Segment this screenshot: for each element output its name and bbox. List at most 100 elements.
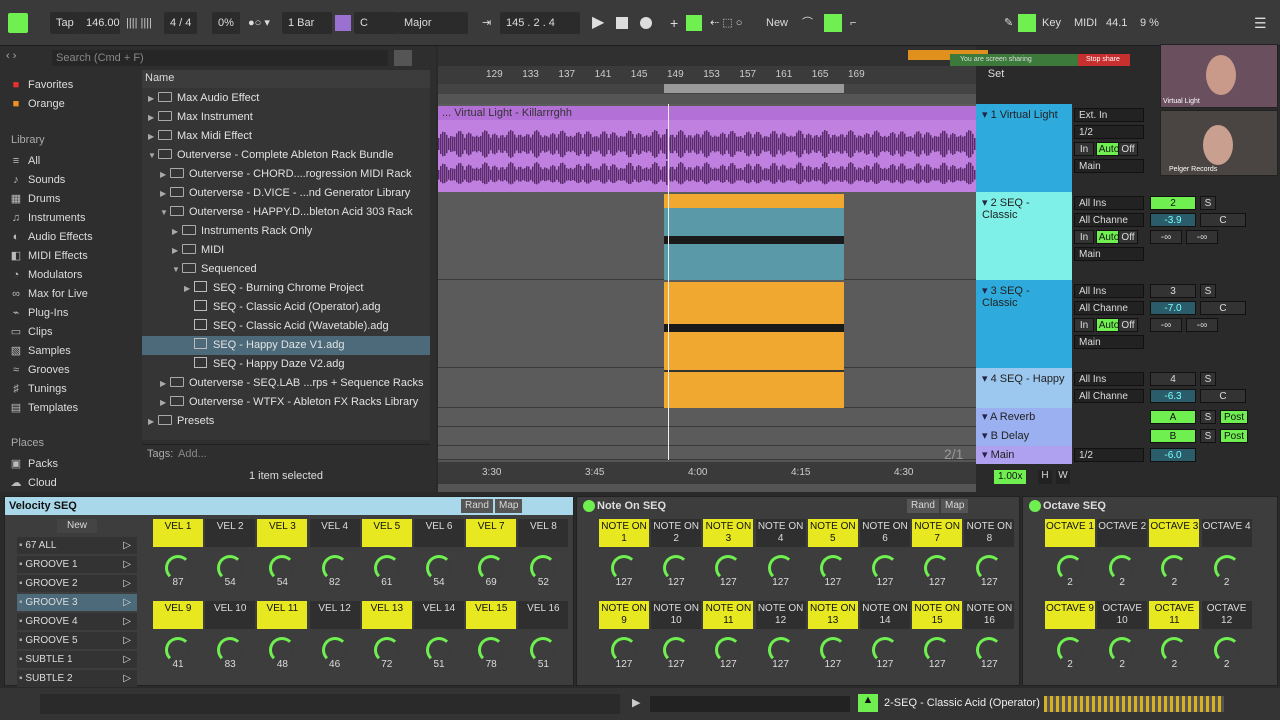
knob-cell[interactable]: NOTE ON 7 127: [912, 519, 964, 601]
places-item[interactable]: ☁ Cloud: [10, 474, 57, 492]
library-item[interactable]: ⌁ Plug-Ins: [10, 304, 69, 322]
curve-icon[interactable]: ⌒: [802, 12, 813, 34]
knob-cell[interactable]: OCTAVE 3 2: [1149, 519, 1201, 601]
track-header[interactable]: ▾ 1 Virtual Light: [976, 104, 1072, 192]
volume-field[interactable]: -3.9: [1150, 213, 1196, 227]
knob-cell[interactable]: OCTAVE 2 2: [1097, 519, 1149, 601]
knob-cell[interactable]: OCTAVE 4 2: [1201, 519, 1254, 601]
monitor-off-button[interactable]: Off: [1118, 142, 1138, 156]
folder-item[interactable]: ▶ Max Audio Effect: [142, 89, 430, 108]
knob-cell[interactable]: NOTE ON 16 127: [964, 601, 1016, 683]
output-select[interactable]: Main: [1074, 247, 1144, 261]
chevron-down-icon[interactable]: ▼: [148, 146, 158, 165]
library-item[interactable]: ◧ MIDI Effects: [10, 247, 88, 265]
track-fold-icon[interactable]: ▾: [982, 430, 991, 442]
play-groove-icon[interactable]: ▷: [123, 632, 131, 649]
track-fold-icon[interactable]: ▾: [982, 285, 991, 297]
knob-cell[interactable]: NOTE ON 10 127: [651, 601, 703, 683]
meter-field[interactable]: 4 / 4: [164, 12, 198, 34]
knob-cell[interactable]: VEL 8 52: [518, 519, 570, 601]
send-a-field[interactable]: -∞: [1150, 318, 1182, 332]
track-activator[interactable]: 4: [1150, 372, 1196, 386]
send-b-field[interactable]: -∞: [1186, 230, 1218, 244]
nav-back-forward-icon[interactable]: ‹ ›: [6, 50, 46, 66]
send-a-field[interactable]: -∞: [1150, 230, 1182, 244]
knob-cell[interactable]: VEL 11 48: [257, 601, 309, 683]
groove-preset[interactable]: ▪ GROOVE 4 ▷: [17, 613, 137, 630]
library-item[interactable]: ▭ Clips: [10, 323, 53, 341]
monitor-off-button[interactable]: Off: [1118, 318, 1138, 332]
volume-field[interactable]: -6.3: [1150, 389, 1196, 403]
play-groove-icon[interactable]: ▷: [123, 594, 131, 611]
knob-cell[interactable]: VEL 2 54: [205, 519, 257, 601]
solo-button[interactable]: S: [1200, 284, 1216, 298]
add-icon[interactable]: +: [670, 12, 678, 34]
knob-cell[interactable]: NOTE ON 3 127: [703, 519, 755, 601]
noteon-map-button[interactable]: Map: [941, 499, 969, 513]
tags-add[interactable]: Add...: [178, 448, 207, 460]
track-fold-icon[interactable]: ▾: [982, 373, 991, 385]
knob-cell[interactable]: VEL 3 54: [257, 519, 309, 601]
folder-item[interactable]: ▶ Outerverse - SEQ.LAB ...rps + Sequence …: [142, 374, 430, 393]
knob-cell[interactable]: OCTAVE 10 2: [1097, 601, 1149, 683]
device-view-icon[interactable]: ▲: [858, 694, 878, 712]
knob-cell[interactable]: VEL 4 82: [309, 519, 362, 601]
key-map-button[interactable]: Key: [1042, 12, 1061, 34]
stop-icon[interactable]: [616, 17, 628, 29]
chevron-right-icon[interactable]: ▶: [172, 222, 182, 241]
groove-preset[interactable]: ▪ SUBTLE 2 ▷: [17, 670, 137, 687]
library-item[interactable]: ▧ Samples: [10, 342, 71, 360]
noteon-power-icon[interactable]: [583, 500, 595, 512]
file-item[interactable]: SEQ - Happy Daze V1.adg: [142, 336, 430, 355]
places-item[interactable]: ▣ Packs: [10, 455, 58, 473]
octave-power-icon[interactable]: [1029, 500, 1041, 512]
back-to-arrangement-icon[interactable]: ⇠ ⬚ ○: [710, 12, 742, 34]
record-icon[interactable]: [640, 17, 652, 29]
monitor-in-button[interactable]: In: [1074, 230, 1094, 244]
chevron-right-icon[interactable]: ▶: [160, 184, 170, 203]
track-fold-icon[interactable]: ▾: [982, 449, 991, 461]
track-activator[interactable]: 3: [1150, 284, 1196, 298]
file-item[interactable]: SEQ - Classic Acid (Operator).adg: [142, 298, 430, 317]
zoom-level[interactable]: 1.00x: [994, 470, 1027, 484]
library-item[interactable]: ≡ All: [10, 152, 40, 170]
folder-item[interactable]: ▼ Sequenced: [142, 260, 430, 279]
folder-item[interactable]: ▶ Presets: [142, 412, 430, 431]
collection-item[interactable]: ■ Favorites: [10, 76, 74, 94]
midi-clip-seq3[interactable]: [664, 282, 844, 408]
punch-icon[interactable]: ⌐: [850, 12, 856, 34]
groove-preset[interactable]: ▪ GROOVE 1 ▷: [17, 556, 137, 573]
chevron-right-icon[interactable]: ▶: [148, 412, 158, 431]
track-header[interactable]: ▾ A Reverb: [976, 408, 1072, 427]
chevron-down-icon[interactable]: ▼: [160, 203, 170, 222]
library-item[interactable]: ▦ Drums: [10, 190, 61, 208]
play-icon[interactable]: ▶: [592, 12, 604, 34]
knob-cell[interactable]: NOTE ON 9 127: [599, 601, 651, 683]
bar-ruler[interactable]: 129 133 137 141 145 149 153 157 161 165 169: [438, 66, 976, 84]
app-logo-icon[interactable]: [8, 13, 28, 33]
swing-field[interactable]: 0%: [212, 12, 240, 34]
chevron-right-icon[interactable]: ▶: [160, 165, 170, 184]
groove-preset[interactable]: ▪ SUBTLE 1 ▷: [17, 651, 137, 668]
time-ruler[interactable]: 3:30 3:45 4:00 4:15 4:30: [438, 462, 976, 484]
input-type-select[interactable]: Ext. In: [1074, 108, 1144, 122]
chevron-right-icon[interactable]: ▶: [160, 393, 170, 412]
set-button[interactable]: Set: [984, 68, 1008, 84]
folder-item[interactable]: ▼ Outerverse - HAPPY.D...bleton Acid 303 …: [142, 203, 430, 222]
track-fold-icon[interactable]: ▾: [982, 411, 990, 423]
new-button[interactable]: New: [766, 12, 788, 34]
chevron-right-icon[interactable]: ▶: [172, 241, 182, 260]
knob-cell[interactable]: NOTE ON 5 127: [807, 519, 860, 601]
track-header[interactable]: ▾ 2 SEQ - Classic: [976, 192, 1072, 280]
quantize-select[interactable]: 1 Bar: [282, 12, 332, 34]
play-clip-icon[interactable]: ▶: [632, 696, 640, 709]
velocity-rand-button[interactable]: Rand: [461, 499, 493, 513]
knob-cell[interactable]: OCTAVE 11 2: [1149, 601, 1201, 683]
library-item[interactable]: ♪ Sounds: [10, 171, 65, 189]
keyboard-icon[interactable]: [1018, 14, 1036, 32]
file-item[interactable]: SEQ - Happy Daze V2.adg: [142, 355, 430, 374]
name-column-label[interactable]: Name: [145, 72, 174, 84]
library-item[interactable]: ▤ Templates: [10, 399, 78, 417]
monitor-off-button[interactable]: Off: [1118, 230, 1138, 244]
follow-icon[interactable]: ⇥: [482, 12, 491, 34]
